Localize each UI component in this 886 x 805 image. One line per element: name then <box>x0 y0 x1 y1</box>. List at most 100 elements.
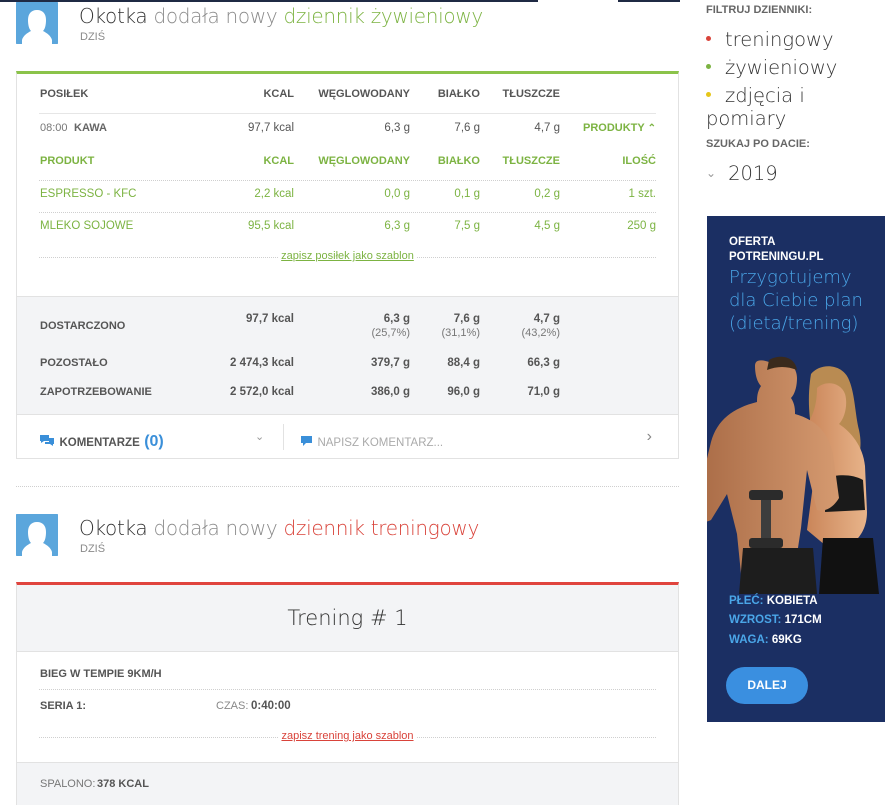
chevron-up-icon: ⌃ <box>647 123 656 134</box>
post-heading: Okotka dodała nowy dziennik treningowy <box>79 516 479 540</box>
year-label: 2019 <box>728 162 778 185</box>
filter-nutrition[interactable]: żywieniowy <box>706 56 837 79</box>
filter-label: zdjęcia i pomiary <box>706 84 805 130</box>
ad-next-button[interactable]: DALEJ <box>726 667 808 704</box>
meal-protein: 7,6 g <box>454 122 480 134</box>
products-toggle[interactable]: PRODUKTY ⌃ <box>583 122 656 134</box>
product-qty: 250 g <box>627 220 656 232</box>
save-meal-template-row: zapisz posiłek jako szablon <box>17 250 678 262</box>
user-avatar[interactable] <box>16 514 58 556</box>
filter-label: żywieniowy <box>725 56 838 79</box>
post-entry-type[interactable]: dziennik żywieniowy <box>284 4 484 28</box>
row-separator <box>39 113 656 114</box>
ad-offer-line: OFERTA <box>729 236 776 248</box>
time-value: 0:40:00 <box>251 700 291 712</box>
ad-stat-key: PŁEĆ: <box>729 595 764 607</box>
ad-stat-value: 69KG <box>771 634 802 646</box>
burned-label: SPALONO: <box>40 778 96 790</box>
avatar-silhouette-icon <box>16 2 58 44</box>
comment-input[interactable]: NAPISZ KOMENTARZ... <box>300 433 443 451</box>
col-carbs: WĘGLOWODANY <box>318 88 410 100</box>
meal-carbs: 6,3 g <box>384 122 410 134</box>
top-border-right <box>618 0 680 2</box>
product-protein: 7,5 g <box>454 220 480 232</box>
meal-time: 08:00 <box>40 122 68 134</box>
ad-headline-line: dla Ciebie plan <box>729 290 863 311</box>
time-label: CZAS: <box>216 700 249 712</box>
save-training-template-row: zapisz trening jako szablon <box>17 730 678 742</box>
post-user-name[interactable]: Okotka <box>79 516 148 540</box>
summary-delivered-fat-pct: (43,2%) <box>521 327 560 339</box>
summary-delivered-kcal: 97,7 kcal <box>246 313 294 325</box>
top-border-left <box>0 0 538 2</box>
training-title: Trening # 1 <box>17 585 678 652</box>
post-date: DZIŚ <box>80 31 106 43</box>
filter-dot-icon <box>706 64 711 69</box>
date-search-title: SZUKAJ PO DACIE: <box>706 138 810 150</box>
comments-toggle[interactable]: KOMENTARZE (0) <box>39 433 164 451</box>
filter-dot-icon <box>706 36 711 41</box>
ad-stat-value: KOBIETA <box>766 595 818 607</box>
col-product-fat: TŁUSZCZE <box>502 155 560 167</box>
year-selector[interactable]: ⌄ 2019 <box>706 162 778 185</box>
post-divider <box>16 486 679 487</box>
product-carbs: 6,3 g <box>384 220 410 232</box>
summary-remaining-fat: 66,3 g <box>527 357 560 369</box>
series-label: SERIA 1: <box>40 700 87 712</box>
ad-headline-line: Przygotujemy <box>729 267 852 288</box>
summary-remaining-protein: 88,4 g <box>447 357 480 369</box>
filter-training[interactable]: treningowy <box>706 28 834 51</box>
chevron-down-icon[interactable]: ⌄ <box>255 430 264 443</box>
product-fat: 4,5 g <box>534 220 560 232</box>
product-name: MLEKO SOJOWE <box>40 220 134 232</box>
summary-delivered-protein: 7,6 g <box>453 313 480 325</box>
meal-fat: 4,7 g <box>534 122 560 134</box>
summary-required-label: ZAPOTRZEBOWANIE <box>40 386 152 398</box>
ad-stat-value: 171CM <box>784 614 822 626</box>
comments-count: (0) <box>144 433 164 450</box>
ad-headline: Przygotujemy dla Ciebie plan (dieta/tren… <box>729 266 863 335</box>
col-kcal: KCAL <box>263 88 294 100</box>
summary-required-carbs: 386,0 g <box>371 386 410 398</box>
fitness-couple-image <box>707 356 879 594</box>
summary-delivered-carbs-pct: (25,7%) <box>371 327 410 339</box>
summary-remaining-label: POZOSTAŁO <box>40 357 108 369</box>
col-meal: POSIŁEK <box>40 88 89 100</box>
row-separator <box>39 180 656 181</box>
post-user-name[interactable]: Okotka <box>79 4 148 28</box>
product-protein: 0,1 g <box>454 188 480 200</box>
col-product-carbs: WĘGLOWODANY <box>318 155 410 167</box>
col-product-protein: BIAŁKO <box>437 155 480 167</box>
summary-required-fat: 71,0 g <box>527 386 560 398</box>
comments-label: KOMENTARZE <box>59 437 140 449</box>
col-product-qty: ILOŚĆ <box>622 155 656 167</box>
summary-remaining-kcal: 2 474,3 kcal <box>230 357 294 369</box>
col-product-kcal: KCAL <box>263 155 294 167</box>
user-avatar[interactable] <box>16 2 58 44</box>
ad-offer-text: OFERTA POTRENINGU.PL <box>729 235 824 265</box>
post-verb: dodała nowy <box>153 4 278 28</box>
ad-brand-line: POTRENINGU.PL <box>729 251 824 263</box>
training-footer: SPALONO: 378 KCAL <box>17 762 678 805</box>
products-toggle-label: PRODUKTY <box>583 122 645 134</box>
product-name: ESPRESSO - KFC <box>40 188 137 200</box>
filter-photos-measurements[interactable]: zdjęcia i pomiary <box>706 84 886 130</box>
send-arrow-icon[interactable]: › <box>647 428 652 446</box>
save-meal-template-link[interactable]: zapisz posiłek jako szablon <box>279 250 416 262</box>
post-entry-type[interactable]: dziennik treningowy <box>284 516 480 540</box>
col-fat: TŁUSZCZE <box>502 88 560 100</box>
training-journal-card: Trening # 1 BIEG W TEMPIE 9KM/H SERIA 1:… <box>16 582 679 805</box>
product-kcal: 95,5 kcal <box>247 220 294 232</box>
product-carbs: 0,0 g <box>384 188 410 200</box>
ad-headline-line: (dieta/trening) <box>729 313 859 334</box>
summary-remaining-carbs: 379,7 g <box>371 357 410 369</box>
ad-stat-height: WZROST: 171CM <box>729 614 822 626</box>
promo-banner[interactable]: OFERTA POTRENINGU.PL Przygotujemy dla Ci… <box>707 216 885 722</box>
summary-delivered-label: DOSTARCZONO <box>40 320 126 332</box>
save-training-template-link[interactable]: zapisz trening jako szablon <box>279 730 416 742</box>
exercise-name: BIEG W TEMPIE 9KM/H <box>40 668 162 680</box>
product-qty: 1 szt. <box>628 188 656 200</box>
summary-required-kcal: 2 572,0 kcal <box>230 386 294 398</box>
comments-bar: KOMENTARZE (0) ⌄ NAPISZ KOMENTARZ... › <box>17 414 678 459</box>
product-fat: 0,2 g <box>534 188 560 200</box>
